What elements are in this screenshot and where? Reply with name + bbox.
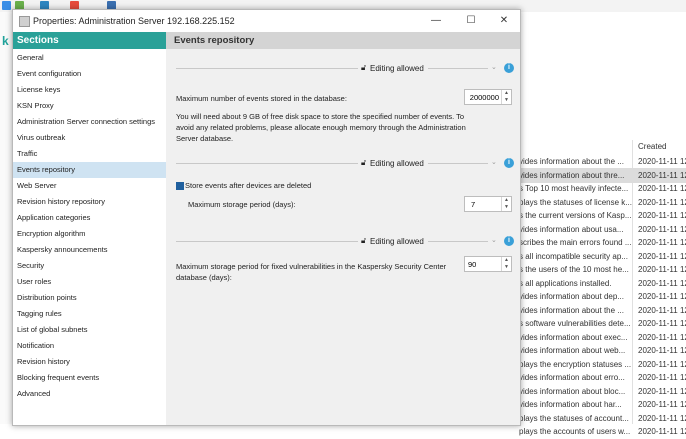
group-divider <box>176 241 358 242</box>
max-events-input[interactable] <box>465 90 502 104</box>
properties-dialog: Properties: Administration Server 192.16… <box>12 9 521 426</box>
sidebar-item[interactable]: Notification <box>13 338 166 354</box>
sidebar-item[interactable]: Administration Server connection setting… <box>13 114 166 130</box>
sidebar-item[interactable]: Virus outbreak <box>13 130 166 146</box>
sections-header: Sections <box>13 32 166 49</box>
events-repository-panel: Events repository 🔓︎ Editing allowed ⌄ i… <box>166 32 520 425</box>
max-storage-label: Maximum storage period (days): <box>188 200 296 209</box>
sections-sidebar: Sections General Event configuration Licen… <box>13 32 166 425</box>
up-arrow-icon[interactable]: ▲ <box>502 257 511 264</box>
sidebar-item[interactable]: Events repository <box>13 162 166 178</box>
vuln-storage-label: Maximum storage period for fixed vulnera… <box>176 262 447 282</box>
sidebar-item[interactable]: Blocking frequent events <box>13 370 166 386</box>
sidebar-item[interactable]: Security <box>13 258 166 274</box>
sidebar-item[interactable]: Application categories <box>13 210 166 226</box>
row-created: 2020-11-11 12 <box>638 427 686 436</box>
disk-space-note: You will need about 9 GB of free disk sp… <box>176 112 466 143</box>
sidebar-item[interactable]: Distribution points <box>13 290 166 306</box>
group-divider <box>176 163 358 164</box>
chevron-down-icon[interactable]: ⌄ <box>491 158 497 166</box>
dialog-title: Properties: Administration Server 192.16… <box>33 16 235 26</box>
unlock-icon[interactable]: 🔓︎ <box>361 63 366 73</box>
max-events-stepper[interactable]: ▲▼ <box>464 89 512 105</box>
store-events-checkbox[interactable] <box>176 182 184 190</box>
app-icon <box>19 16 30 27</box>
sidebar-item[interactable]: Kaspersky announcements <box>13 242 166 258</box>
sidebar-item[interactable]: Web Server <box>13 178 166 194</box>
sidebar-item[interactable]: KSN Proxy <box>13 98 166 114</box>
maximize-button[interactable]: ☐ <box>457 13 485 29</box>
stepper-arrows[interactable]: ▲ ▼ <box>501 257 511 271</box>
group-divider <box>176 68 358 69</box>
row-description: plays the accounts of users w... <box>519 427 631 436</box>
store-events-label[interactable]: Store events after devices are deleted <box>185 181 311 190</box>
group-divider <box>428 241 488 242</box>
stepper-arrows[interactable]: ▲ ▼ <box>501 90 511 104</box>
row-description: plays the statuses of account... <box>519 413 629 423</box>
up-arrow-icon[interactable]: ▲ <box>502 90 511 97</box>
row-created: 2020-11-11 12 <box>638 413 686 423</box>
info-icon[interactable]: i <box>504 158 514 168</box>
info-icon[interactable]: i <box>504 236 514 246</box>
sidebar-item[interactable]: List of global subnets <box>13 322 166 338</box>
stepper-arrows[interactable]: ▲ ▼ <box>501 197 511 211</box>
chevron-down-icon[interactable]: ⌄ <box>491 236 497 244</box>
table-row[interactable]: plays the accounts of users w... 2020-11-… <box>519 424 686 439</box>
created-column-header[interactable]: Created <box>638 142 666 151</box>
sidebar-item[interactable]: License keys <box>13 82 166 98</box>
down-arrow-icon[interactable]: ▼ <box>502 204 511 211</box>
group-divider <box>428 163 488 164</box>
max-events-label: Maximum number of events stored in the d… <box>176 94 347 103</box>
sidebar-item[interactable]: General <box>13 50 166 66</box>
vuln-storage-stepper[interactable]: ▲▼ <box>464 256 512 272</box>
editing-allowed-label: Editing allowed <box>370 159 424 168</box>
back-icon[interactable] <box>2 1 11 10</box>
sidebar-item[interactable]: User roles <box>13 274 166 290</box>
close-button[interactable]: ✕ <box>490 13 518 29</box>
minimize-button[interactable]: — <box>422 13 450 29</box>
unlock-icon[interactable]: 🔓︎ <box>361 236 366 246</box>
editing-allowed-label: Editing allowed <box>370 64 424 73</box>
kaspersky-logo: k <box>2 34 9 48</box>
sidebar-item[interactable]: Encryption algorithm <box>13 226 166 242</box>
sidebar-item[interactable]: Revision history <box>13 354 166 370</box>
table-row[interactable]: plays the statuses of account... 2020-11-… <box>519 411 686 426</box>
down-arrow-icon[interactable]: ▼ <box>502 264 511 271</box>
sidebar-item[interactable]: Advanced <box>13 386 166 402</box>
group-divider <box>428 68 488 69</box>
sidebar-item[interactable]: Tagging rules <box>13 306 166 322</box>
dialog-titlebar[interactable]: Properties: Administration Server 192.16… <box>13 10 520 32</box>
sidebar-item[interactable]: Revision history repository <box>13 194 166 210</box>
down-arrow-icon[interactable]: ▼ <box>502 97 511 104</box>
sidebar-item[interactable]: Traffic <box>13 146 166 162</box>
info-icon[interactable]: i <box>504 63 514 73</box>
unlock-icon[interactable]: 🔓︎ <box>361 158 366 168</box>
sidebar-item[interactable]: Event configuration <box>13 66 166 82</box>
up-arrow-icon[interactable]: ▲ <box>502 197 511 204</box>
max-storage-input[interactable] <box>465 197 502 211</box>
chevron-down-icon[interactable]: ⌄ <box>491 63 497 71</box>
vuln-storage-input[interactable] <box>465 257 502 271</box>
content-header: Events repository <box>166 32 520 49</box>
max-storage-stepper[interactable]: ▲▼ <box>464 196 512 212</box>
editing-allowed-label: Editing allowed <box>370 237 424 246</box>
